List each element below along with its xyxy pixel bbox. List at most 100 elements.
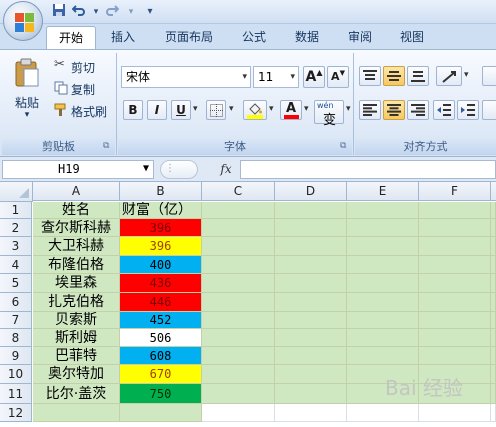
cell-A8[interactable]: 斯利姆 [33,329,120,347]
save-icon[interactable] [50,3,68,21]
cut-button[interactable]: ✂ 剪切 [50,56,110,75]
cell-E9[interactable] [347,347,419,365]
cell-F2[interactable] [419,219,491,237]
underline-dropdown-icon[interactable]: ▾ [193,104,198,114]
clipboard-dialog-launcher-icon[interactable]: ⧉ [103,141,109,151]
middle-align-button[interactable] [383,66,405,86]
name-box-dropdown-icon[interactable]: ▼ [143,160,149,177]
row-header-5[interactable]: 5 [0,274,32,293]
cell-G4[interactable] [491,256,496,274]
cell-C4[interactable] [202,256,275,274]
format-painter-button[interactable]: 格式刷 [50,100,112,119]
cell-B4[interactable]: 400 [120,256,202,274]
cell-B5[interactable]: 436 [120,274,202,293]
column-header-F[interactable]: F [419,182,491,201]
cell-C8[interactable] [202,329,275,347]
borders-dropdown-icon[interactable]: ▾ [229,104,234,114]
align-center-button[interactable] [383,100,405,120]
row-header-3[interactable]: 3 [0,237,32,256]
font-color-button[interactable]: A [280,100,302,120]
cell-D7[interactable] [275,312,347,329]
formula-input[interactable] [240,160,496,179]
phonetic-guide-button[interactable]: wén 变 [314,100,344,128]
tab-insert[interactable]: 插入 [101,26,145,49]
row-header-8[interactable]: 8 [0,329,32,347]
row-header-12[interactable]: 12 [0,404,32,422]
grow-font-button[interactable]: A▲ [303,66,325,88]
cell-F1[interactable] [419,202,491,219]
cell-B10[interactable]: 670 [120,365,202,384]
bold-button[interactable]: B [123,100,143,120]
cell-A7[interactable]: 贝索斯 [33,312,120,329]
cell-D5[interactable] [275,274,347,293]
row-header-9[interactable]: 9 [0,347,32,365]
cell-F8[interactable] [419,329,491,347]
cell-A10[interactable]: 奥尔特加 [33,365,120,384]
align-left-button[interactable] [359,100,381,120]
cell-F4[interactable] [419,256,491,274]
italic-button[interactable]: I [147,100,167,120]
cell-B1[interactable]: 财富（亿） [120,202,202,219]
tab-formulas[interactable]: 公式 [232,26,276,49]
row-header-1[interactable]: 1 [0,202,32,219]
cell-B8[interactable]: 506 [120,329,202,347]
cell-A6[interactable]: 扎克伯格 [33,293,120,312]
cell-B7[interactable]: 452 [120,312,202,329]
column-header-C[interactable]: C [202,182,275,201]
cell-A2[interactable]: 查尔斯科赫 [33,219,120,237]
cell-B9[interactable]: 608 [120,347,202,365]
cell-G1[interactable] [491,202,496,219]
cell-A11[interactable]: 比尔·盖茨 [33,384,120,404]
top-align-button[interactable] [359,66,381,86]
font-color-dropdown-icon[interactable]: ▾ [304,104,309,114]
cell-E5[interactable] [347,274,419,293]
merge-center-button[interactable] [482,100,496,120]
cell-G5[interactable] [491,274,496,293]
customize-qat-icon[interactable]: ▾ [141,3,159,21]
cell-C10[interactable] [202,365,275,384]
cell-E3[interactable] [347,237,419,256]
cell-A5[interactable]: 埃里森 [33,274,120,293]
cell-A1[interactable]: 姓名 [33,202,120,219]
row-header-2[interactable]: 2 [0,219,32,237]
cell-C3[interactable] [202,237,275,256]
decrease-indent-button[interactable] [433,100,455,120]
cell-C9[interactable] [202,347,275,365]
font-dialog-launcher-icon[interactable]: ⧉ [340,141,346,151]
cell-D1[interactable] [275,202,347,219]
phonetic-dropdown-icon[interactable]: ▾ [346,104,351,114]
insert-function-icon[interactable]: fx [214,160,238,179]
cell-A3[interactable]: 大卫科赫 [33,237,120,256]
align-right-button[interactable] [407,100,429,120]
cell-G7[interactable] [491,312,496,329]
cell-B12[interactable] [120,404,202,422]
cell-C12[interactable] [202,404,275,422]
tab-view[interactable]: 视图 [390,26,434,49]
row-header-10[interactable]: 10 [0,365,32,384]
cell-A12[interactable] [33,404,120,422]
cell-F5[interactable] [419,274,491,293]
borders-button[interactable] [206,100,226,120]
increase-indent-button[interactable] [457,100,479,120]
cell-C1[interactable] [202,202,275,219]
cell-E4[interactable] [347,256,419,274]
fill-color-dropdown-icon[interactable]: ▾ [269,104,274,114]
shrink-font-button[interactable]: A▼ [327,66,349,88]
cell-D2[interactable] [275,219,347,237]
copy-button[interactable]: 复制 [50,78,110,97]
row-header-6[interactable]: 6 [0,293,32,312]
office-button[interactable] [3,1,43,41]
column-header-A[interactable]: A [33,182,120,201]
tab-review[interactable]: 审阅 [338,26,382,49]
row-header-4[interactable]: 4 [0,256,32,274]
redo-dropdown-icon[interactable]: ▾ [122,3,140,21]
cell-C11[interactable] [202,384,275,404]
name-box[interactable]: H19 ▼ [2,160,154,179]
cell-G6[interactable] [491,293,496,312]
cell-F6[interactable] [419,293,491,312]
cell-G3[interactable] [491,237,496,256]
cell-E7[interactable] [347,312,419,329]
cell-B11[interactable]: 750 [120,384,202,404]
cell-F7[interactable] [419,312,491,329]
cell-G2[interactable] [491,219,496,237]
